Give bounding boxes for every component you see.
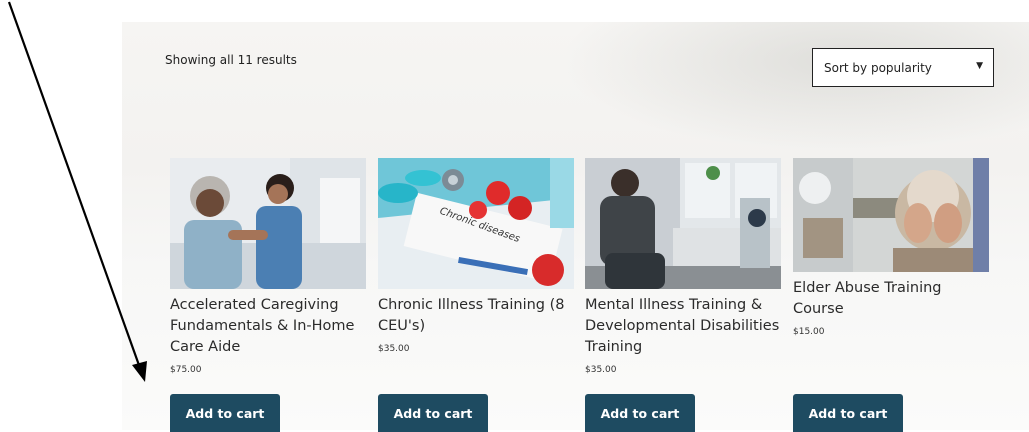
product-price: $35.00 xyxy=(378,344,410,354)
add-to-cart-button[interactable]: Add to cart xyxy=(793,394,903,432)
product-card: Mental Illness Training & Developmental … xyxy=(585,158,783,375)
product-title[interactable]: Accelerated Caregiving Fundamentals & In… xyxy=(170,295,368,358)
product-card: Elder Abuse Training Course $15.00 xyxy=(793,158,991,337)
result-count: Showing all 11 results xyxy=(165,53,297,67)
add-to-cart-button[interactable]: Add to cart xyxy=(170,394,280,432)
product-image[interactable] xyxy=(585,158,781,289)
chevron-down-icon: ▼ xyxy=(976,61,983,71)
product-title[interactable]: Chronic Illness Training (8 CEU's) xyxy=(378,295,576,337)
product-card: Accelerated Caregiving Fundamentals & In… xyxy=(170,158,368,375)
product-image[interactable] xyxy=(170,158,366,289)
add-to-cart-button[interactable]: Add to cart xyxy=(378,394,488,432)
product-price: $35.00 xyxy=(585,365,617,375)
sort-select-value: Sort by popularity xyxy=(824,61,932,75)
product-image[interactable] xyxy=(793,158,989,272)
add-to-cart-button[interactable]: Add to cart xyxy=(585,394,695,432)
sort-select[interactable]: Sort by popularity ▼ xyxy=(812,48,994,87)
product-title[interactable]: Elder Abuse Training Course xyxy=(793,278,991,320)
product-card: Chronic diseases Chronic Illness Trainin… xyxy=(378,158,576,354)
product-image[interactable]: Chronic diseases xyxy=(378,158,574,289)
product-title[interactable]: Mental Illness Training & Developmental … xyxy=(585,295,783,358)
product-price: $15.00 xyxy=(793,327,825,337)
product-price: $75.00 xyxy=(170,365,202,375)
